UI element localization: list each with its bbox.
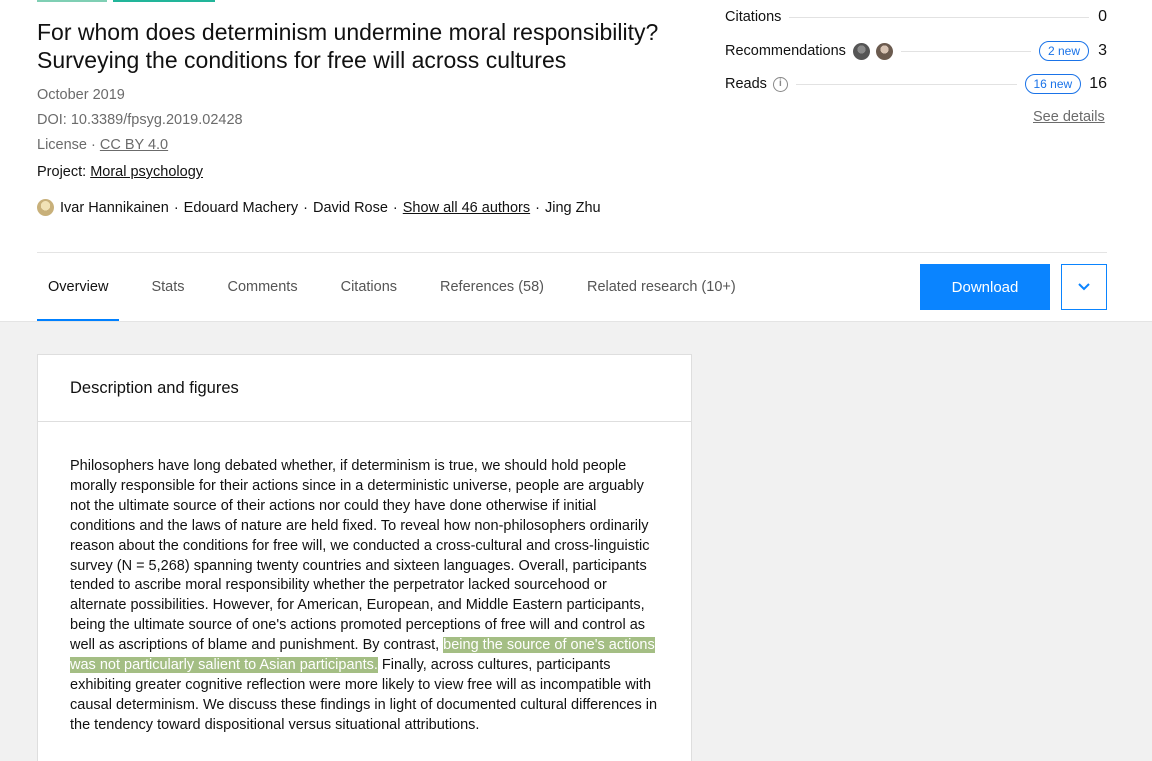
publication-date: October 2019 — [37, 87, 125, 103]
stat-value: 0 — [1098, 8, 1107, 25]
info-icon[interactable]: i — [772, 76, 788, 92]
paper-header: For whom does determinism undermine mora… — [0, 0, 1152, 322]
tab-comments[interactable]: Comments — [216, 253, 308, 322]
stat-label: Reads — [725, 76, 767, 92]
tab-citations[interactable]: Citations — [330, 253, 408, 322]
new-badge: 16 new — [1024, 74, 1082, 94]
title-line-1: For whom does determinism undermine mora… — [37, 19, 659, 45]
leader-line — [795, 83, 1017, 85]
description-card: Description and figures Philosophers hav… — [37, 354, 692, 761]
tab-stats[interactable]: Stats — [140, 253, 195, 322]
license-prefix: License · — [37, 137, 100, 153]
stat-label: Recommendations — [725, 43, 846, 59]
author-link[interactable]: Jing Zhu — [545, 200, 601, 216]
stat-label: Citations — [725, 9, 782, 25]
show-all-authors-link[interactable]: Show all 46 authors — [403, 200, 530, 216]
project-row: Project: Moral psychology — [37, 164, 203, 180]
license-row: License · CC BY 4.0 — [37, 137, 168, 153]
stat-reads: Reads i 16 new 16 — [725, 72, 1107, 96]
stat-value: 16 — [1089, 75, 1107, 92]
card-heading: Description and figures — [38, 355, 691, 422]
author-link[interactable]: Edouard Machery — [184, 200, 298, 216]
recommender-avatar[interactable] — [852, 42, 870, 60]
download-options-button[interactable] — [1061, 264, 1107, 310]
new-badge: 2 new — [1038, 41, 1089, 61]
separator: · — [392, 199, 398, 216]
author-link[interactable]: Ivar Hannikainen — [60, 200, 169, 216]
separator: · — [173, 199, 179, 216]
doi: DOI: 10.3389/fpsyg.2019.02428 — [37, 112, 243, 128]
tab-overview[interactable]: Overview — [37, 253, 120, 322]
tab-references[interactable]: References (58) — [429, 253, 555, 322]
tab-bar: Overview Stats Comments Citations Refere… — [37, 253, 768, 322]
see-details-link[interactable]: See details — [1033, 109, 1105, 125]
recommender-avatar[interactable] — [875, 42, 893, 60]
project-link[interactable]: Moral psychology — [90, 164, 203, 180]
stat-citations: Citations 0 — [725, 5, 1107, 29]
license-link[interactable]: CC BY 4.0 — [100, 137, 168, 153]
download-button[interactable]: Download — [920, 264, 1050, 310]
leader-line — [789, 16, 1089, 18]
tab-related-research[interactable]: Related research (10+) — [576, 253, 747, 322]
title-line-2: Surveying the conditions for free will a… — [37, 47, 567, 73]
paper-title: For whom does determinism undermine mora… — [37, 18, 707, 74]
abstract: Philosophers have long debated whether, … — [70, 457, 660, 736]
stat-value: 3 — [1098, 42, 1107, 59]
leader-line — [900, 50, 1031, 52]
stat-recommendations: Recommendations 2 new 3 — [725, 39, 1107, 63]
separator: · — [535, 199, 540, 216]
separator: · — [303, 199, 308, 216]
chevron-down-icon — [1078, 283, 1090, 291]
author-link[interactable]: David Rose — [313, 200, 388, 216]
author-avatar[interactable] — [37, 199, 54, 216]
project-prefix: Project: — [37, 164, 91, 180]
author-list: Ivar Hannikainen · Edouard Machery · Dav… — [37, 199, 601, 216]
abstract-text: Philosophers have long debated whether, … — [70, 458, 650, 654]
